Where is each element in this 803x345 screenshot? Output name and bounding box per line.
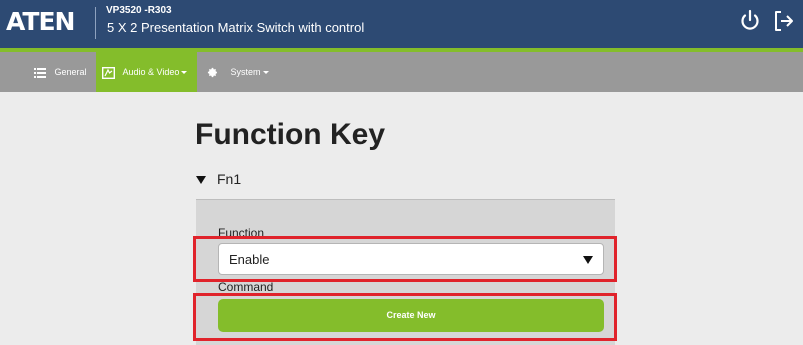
- app-header: ATEN VP3520 -R303 5 X 2 Presentation Mat…: [0, 0, 803, 48]
- device-model: VP3520 -R303: [106, 5, 172, 16]
- header-divider: [95, 7, 96, 39]
- command-label: Command: [218, 280, 274, 294]
- chevron-down-icon: [262, 71, 269, 75]
- nav-item-system[interactable]: System: [207, 52, 269, 92]
- section-label: Fn1: [217, 171, 242, 187]
- power-icon[interactable]: [738, 9, 762, 33]
- aten-logo: ATEN: [6, 7, 75, 36]
- av-icon: [101, 66, 118, 79]
- main-nav: General Audio & Video System: [0, 52, 803, 92]
- device-description: 5 X 2 Presentation Matrix Switch with co…: [107, 20, 365, 35]
- list-icon: [34, 67, 49, 78]
- nav-item-label: System: [230, 67, 261, 77]
- gear-icon: [207, 67, 221, 78]
- function-label: Function: [218, 226, 265, 240]
- nav-item-audio-video[interactable]: Audio & Video: [96, 52, 197, 92]
- chevron-down-icon: [181, 71, 188, 75]
- nav-item-general[interactable]: General: [34, 52, 87, 92]
- create-new-button[interactable]: Create New: [218, 299, 604, 332]
- function-select[interactable]: Enable: [218, 243, 604, 275]
- page-title: Function Key: [195, 118, 386, 151]
- chevron-down-icon: [583, 256, 593, 264]
- function-select-value: Enable: [229, 252, 270, 267]
- triangle-down-icon: [196, 176, 206, 184]
- logout-icon[interactable]: [772, 9, 796, 33]
- nav-item-label: Audio & Video: [122, 67, 180, 77]
- nav-item-label: General: [54, 67, 87, 77]
